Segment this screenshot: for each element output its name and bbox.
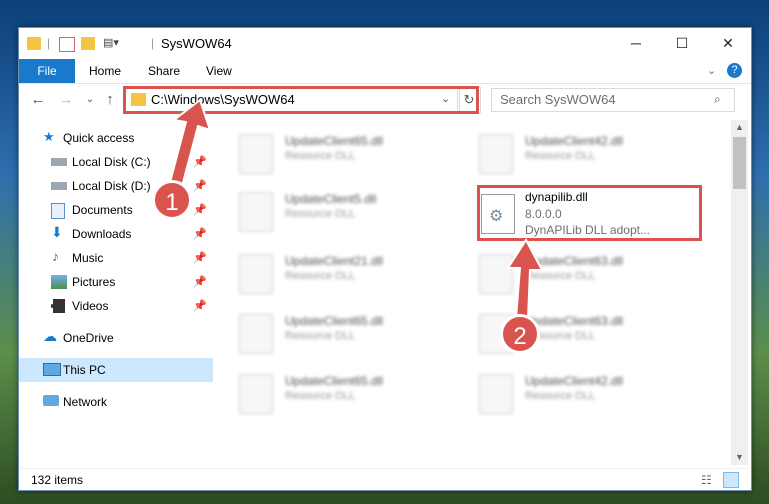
annotation-badge-one: 1 bbox=[152, 180, 192, 220]
arrow-two bbox=[506, 238, 544, 319]
annotation-badge-two: 2 bbox=[500, 314, 540, 354]
annotation-arrows bbox=[166, 98, 544, 319]
